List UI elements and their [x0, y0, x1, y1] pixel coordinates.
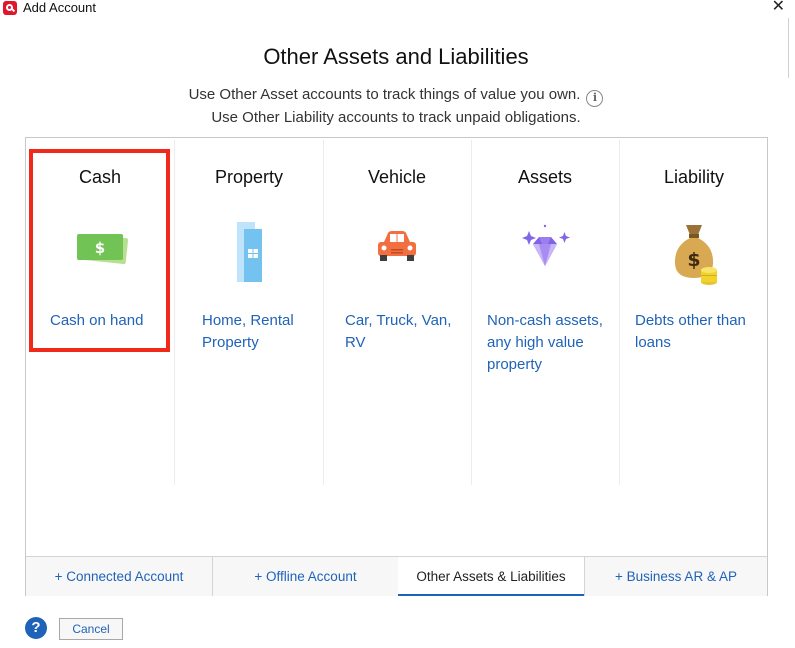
- tab-other-assets-liabilities[interactable]: Other Assets & Liabilities: [398, 557, 584, 596]
- category-description[interactable]: Home, Rental Property: [202, 310, 317, 354]
- title-bar: Add Account ✕: [0, 0, 795, 18]
- asset-description-text: Use Other Asset accounts to track things…: [188, 86, 581, 103]
- svg-text:$: $: [687, 249, 700, 271]
- selection-highlight: [29, 149, 170, 352]
- category-liability[interactable]: Liability $ Debts other than loans: [620, 138, 768, 488]
- asset-description: Use Other Asset accounts to track things…: [0, 85, 792, 107]
- category-assets[interactable]: Assets Non-cash assets, any high value p…: [471, 138, 619, 488]
- page-title: Other Assets and Liabilities: [263, 44, 529, 69]
- info-icon[interactable]: i: [586, 90, 604, 107]
- close-icon[interactable]: ✕: [772, 0, 785, 15]
- category-description[interactable]: Car, Truck, Van, RV: [345, 310, 465, 354]
- tab-offline-account[interactable]: + Offline Account: [213, 557, 398, 596]
- tab-connected-account[interactable]: + Connected Account: [26, 557, 212, 596]
- account-type-panel: Cash $ Cash on hand Property Home, Renta…: [25, 137, 768, 596]
- category-title: Liability: [663, 167, 725, 187]
- tab-business-ar-ap[interactable]: + Business AR & AP: [585, 557, 767, 596]
- diamond-icon: [471, 220, 619, 290]
- help-icon[interactable]: ?: [25, 617, 47, 639]
- app-logo-icon: [3, 1, 17, 15]
- account-tabs: + Connected Account + Offline Account Ot…: [26, 556, 767, 596]
- money-bag-icon: $: [620, 220, 768, 290]
- building-icon: [175, 220, 323, 290]
- category-description[interactable]: Non-cash assets, any high value property: [487, 310, 615, 376]
- category-description[interactable]: Debts other than loans: [635, 310, 763, 354]
- window-title: Add Account: [23, 0, 96, 15]
- category-title: Vehicle: [367, 167, 427, 187]
- category-title: Assets: [517, 167, 573, 187]
- category-vehicle[interactable]: Vehicle Car, Truck, Van, RV: [323, 138, 471, 488]
- category-cash[interactable]: Cash $ Cash on hand: [26, 138, 174, 488]
- category-property[interactable]: Property Home, Rental Property: [175, 138, 323, 488]
- car-icon: [323, 220, 471, 290]
- category-title: Property: [214, 167, 284, 187]
- cancel-button[interactable]: Cancel: [59, 618, 123, 640]
- liability-description: Use Other Liability accounts to track un…: [211, 109, 581, 126]
